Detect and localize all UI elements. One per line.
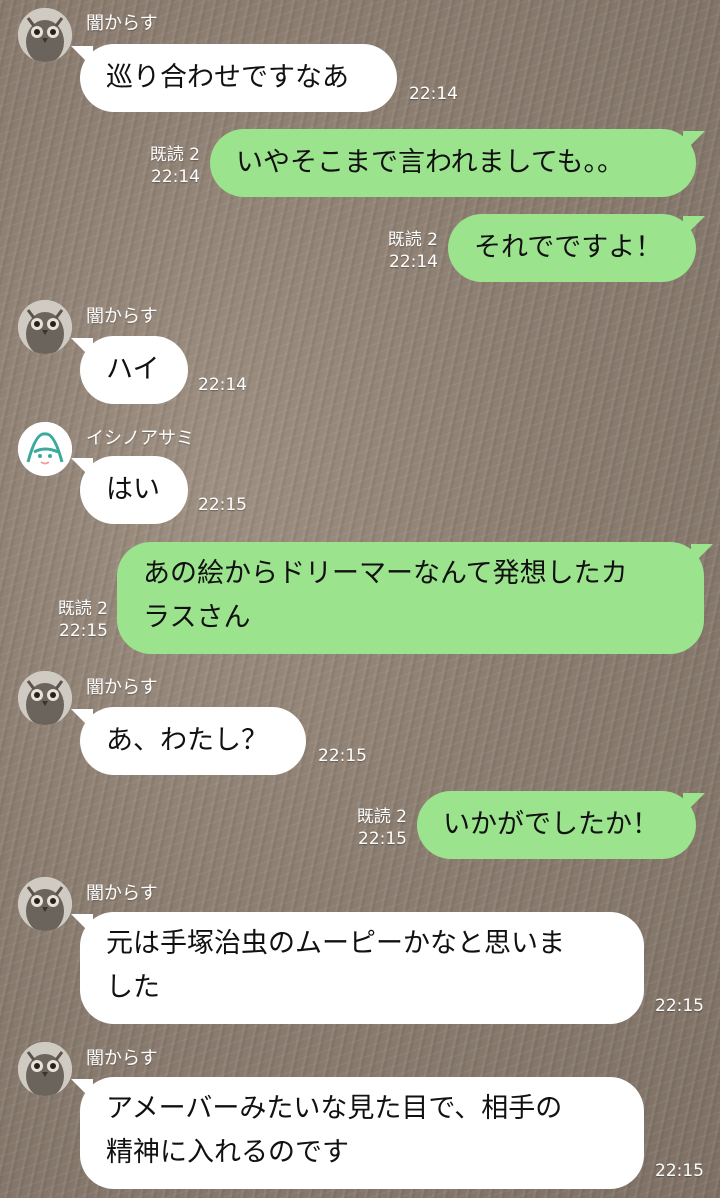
message-time: 22:15	[358, 829, 407, 849]
sender-name: 闇からす	[86, 1048, 158, 1069]
message-meta: 既読 2 22:14	[368, 229, 438, 273]
message-time: 22:14	[409, 84, 458, 104]
sender-name: 闇からす	[86, 13, 158, 34]
message-text: はい	[106, 474, 160, 505]
message-bubble[interactable]: 巡り合わせですなあ	[80, 44, 397, 112]
message-time: 22:15	[198, 495, 247, 515]
message-bubble[interactable]: ハイ	[80, 336, 188, 404]
message-text-line: 精神に入れるのです	[106, 1137, 349, 1168]
message-meta: 既読 2 22:15	[337, 806, 407, 850]
smiley-a-avatar-icon[interactable]	[18, 422, 72, 476]
sender-name: 闇からす	[86, 306, 158, 327]
owl-avatar-icon[interactable]	[18, 671, 72, 725]
message-text-line: ラスさん	[143, 602, 251, 633]
message-bubble[interactable]: あ、わたし？	[80, 707, 306, 775]
read-receipt: 既読 2	[387, 230, 438, 250]
message-meta: 既読 2 22:15	[38, 598, 108, 642]
owl-avatar-icon[interactable]	[18, 300, 72, 354]
message-bubble[interactable]: それでですよ！	[448, 214, 696, 282]
message-text-line: 元は手塚治虫のムーピーかなと思いま	[106, 928, 565, 959]
message-text-line: アメーバーみたいな見た目で、相手の	[106, 1093, 563, 1124]
message-bubble[interactable]: いかがでしたか！	[417, 791, 696, 859]
message-time: 22:14	[151, 167, 200, 187]
message-text: それでですよ！	[474, 232, 663, 263]
owl-avatar-icon[interactable]	[18, 877, 72, 931]
message-text-line: した	[106, 972, 160, 1003]
message-time: 22:15	[655, 996, 704, 1016]
message-text: いやそこまで言われましても。。	[236, 147, 624, 178]
message-text: いかがでしたか！	[443, 809, 659, 840]
message-time: 22:15	[318, 746, 367, 766]
read-receipt: 既読 2	[149, 145, 200, 165]
message-text: ハイ	[106, 354, 160, 385]
message-bubble[interactable]: 元は手塚治虫のムーピーかなと思いま した	[80, 912, 644, 1024]
message-time: 22:14	[198, 375, 247, 395]
message-time: 22:14	[389, 252, 438, 272]
owl-avatar-icon[interactable]	[18, 1042, 72, 1096]
message-text: 巡り合わせですなあ	[106, 62, 349, 93]
message-time: 22:15	[655, 1161, 704, 1181]
message-time: 22:15	[59, 621, 108, 641]
read-receipt: 既読 2	[57, 599, 108, 619]
read-receipt: 既読 2	[356, 807, 407, 827]
owl-avatar-icon[interactable]	[18, 8, 72, 62]
message-text-line: あの絵からドリーマーなんて発想したカ	[143, 558, 628, 589]
sender-name: イシノアサミ	[86, 428, 194, 449]
message-text: あ、わたし？	[106, 725, 268, 756]
sender-name: 闇からす	[86, 883, 158, 904]
message-bubble[interactable]: いやそこまで言われましても。。	[210, 129, 696, 197]
message-bubble[interactable]: あの絵からドリーマーなんて発想したカ ラスさん	[117, 542, 704, 654]
message-bubble[interactable]: アメーバーみたいな見た目で、相手の 精神に入れるのです	[80, 1077, 644, 1189]
message-bubble[interactable]: はい	[80, 456, 188, 524]
message-meta: 既読 2 22:14	[130, 144, 200, 188]
sender-name: 闇からす	[86, 677, 158, 698]
